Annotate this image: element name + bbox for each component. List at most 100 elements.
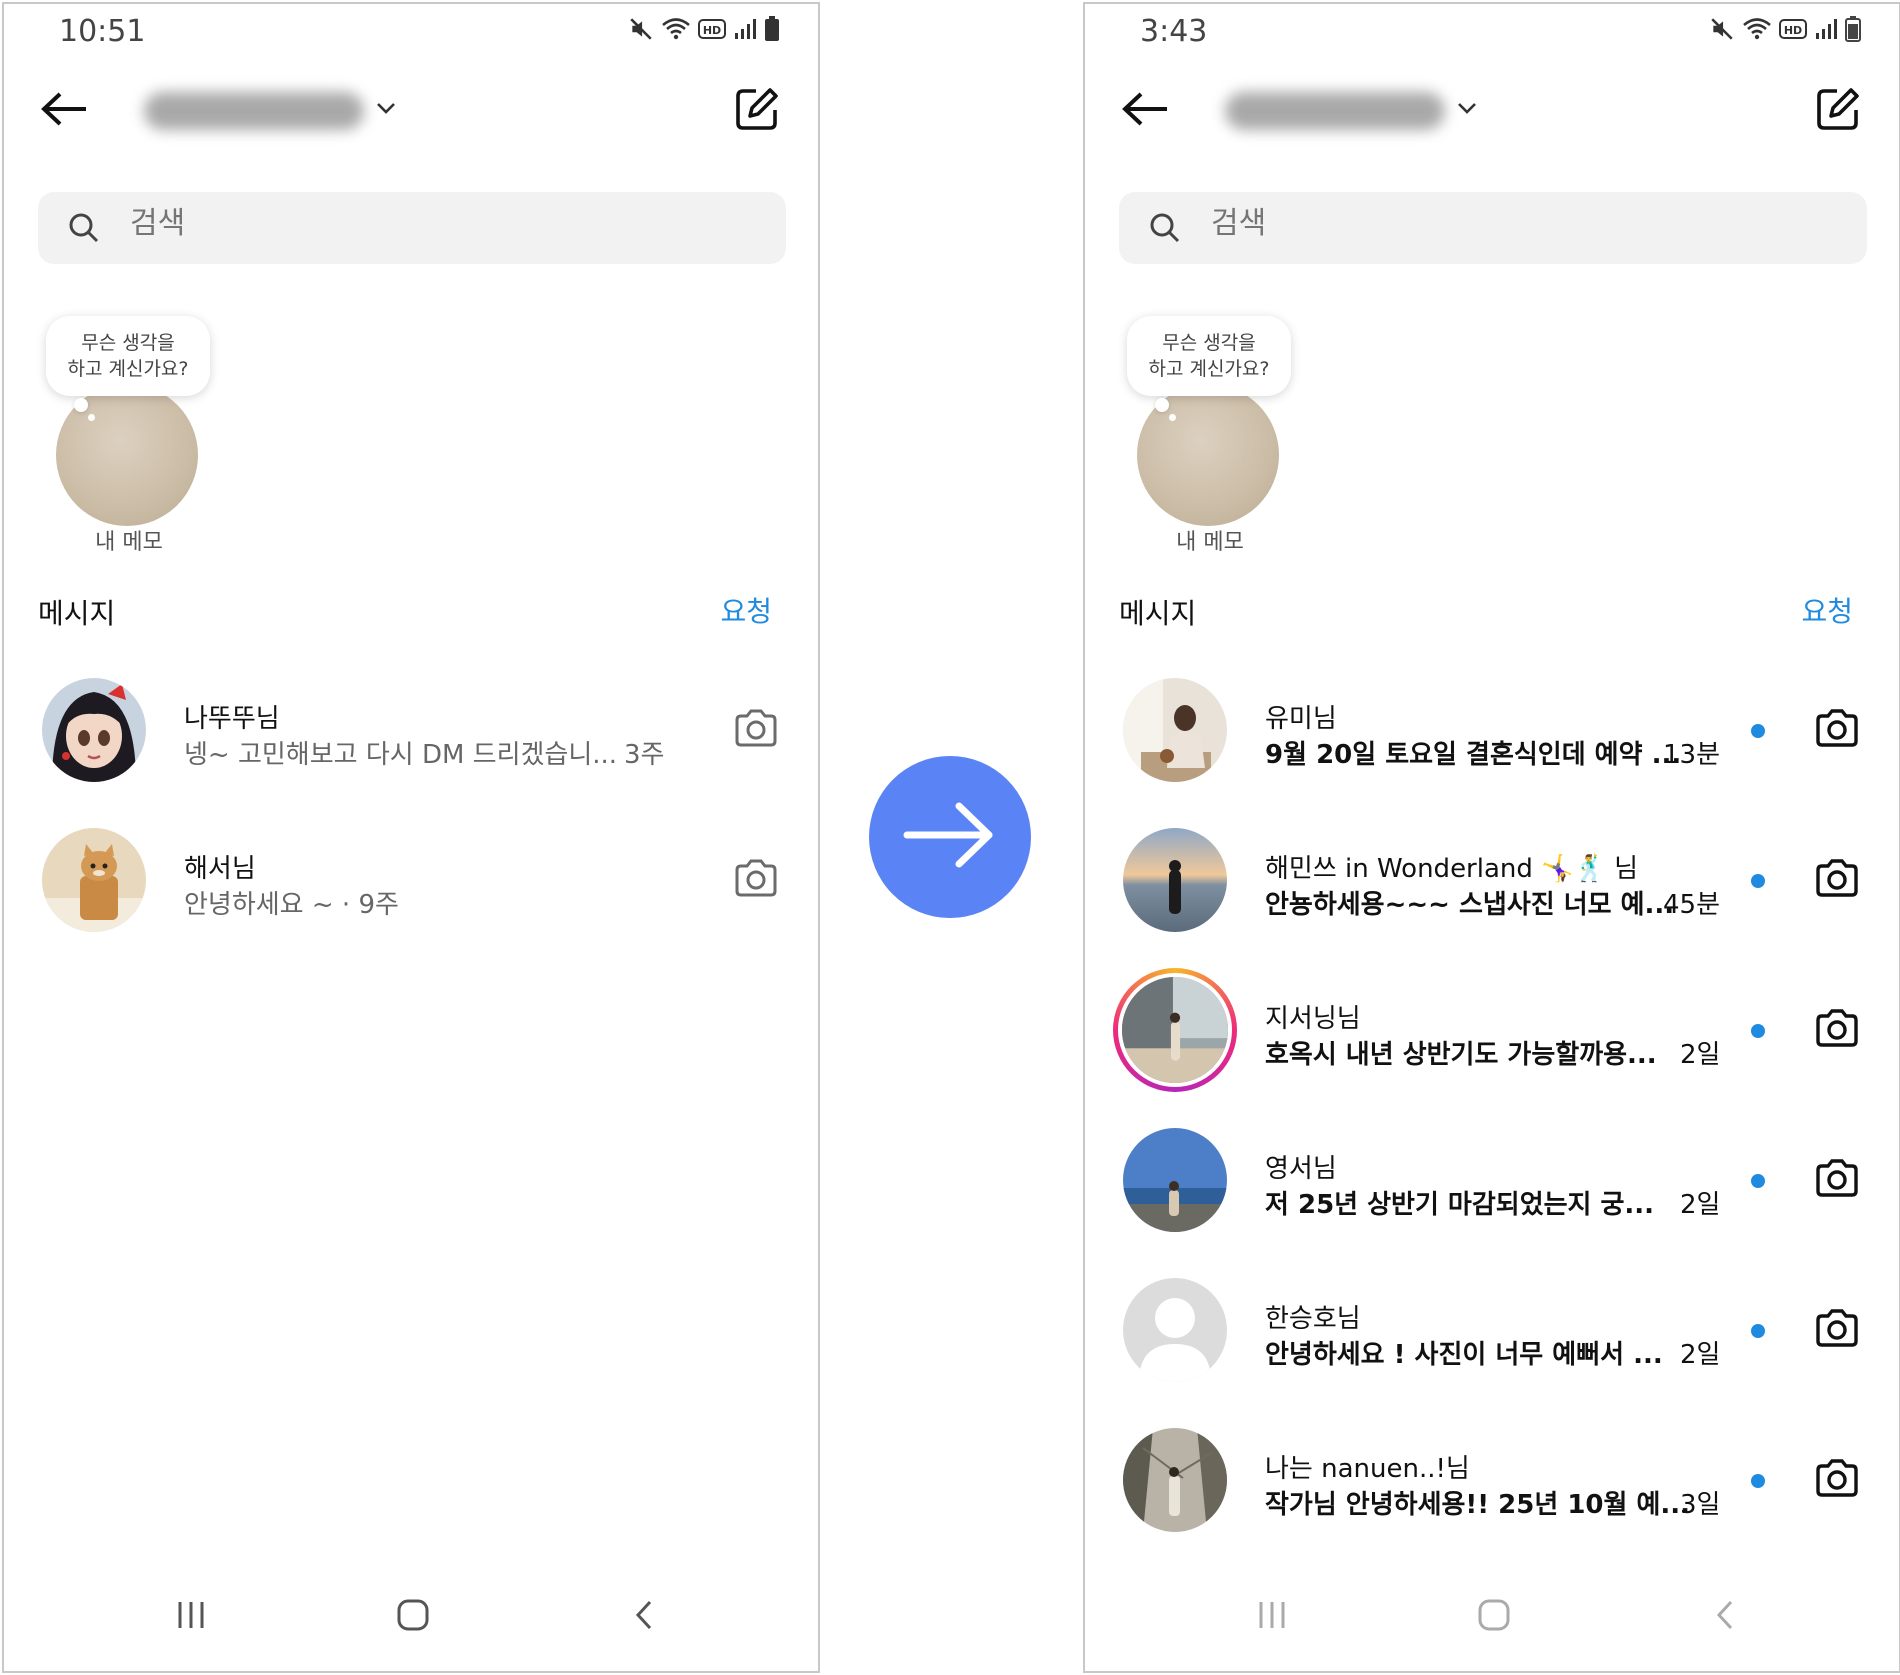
back-button[interactable] (1115, 84, 1175, 138)
camera-button[interactable] (1811, 1004, 1863, 1056)
search-input[interactable] (1211, 206, 1611, 241)
mute-icon (628, 16, 654, 46)
chevron-down-icon[interactable] (374, 96, 398, 124)
back-button[interactable] (34, 84, 94, 138)
avatar[interactable] (42, 828, 146, 932)
avatar[interactable] (42, 678, 146, 782)
note-bubble[interactable]: 무슨 생각을 하고 계신가요? (46, 316, 210, 396)
mute-icon (1709, 16, 1735, 46)
search-icon (1149, 212, 1181, 248)
conversation-row[interactable]: 나뚜뚜님 넹~ 고민해보고 다시 DM 드리겠습니... 3주 (4, 670, 818, 820)
unread-dot (1751, 874, 1765, 888)
hd-icon: HD (698, 18, 726, 44)
camera-icon (1814, 858, 1860, 902)
camera-button[interactable] (1811, 1304, 1863, 1356)
note-bubble[interactable]: 무슨 생각을 하고 계신가요? (1127, 316, 1291, 396)
camera-button[interactable] (1811, 854, 1863, 906)
svg-text:HD: HD (1784, 24, 1802, 37)
conversation-row[interactable]: 해민쓰 in Wonderland 🤸‍♀️🕺 님 안뇽하세용~~~ 스냅사진 … (1085, 820, 1899, 970)
nav-back-icon[interactable] (1709, 1598, 1743, 1636)
conversation-row[interactable]: 나는 nanuen..!님 작가님 안녕하세용!! 25년 10월 예... 3… (1085, 1420, 1899, 1570)
back-arrow-icon (1121, 91, 1169, 131)
wifi-icon (661, 16, 691, 46)
note-label: 내 메모 (95, 530, 163, 555)
transition-arrow (869, 756, 1031, 918)
camera-icon (733, 708, 779, 752)
camera-button[interactable] (730, 854, 782, 906)
compose-button[interactable] (728, 82, 786, 140)
nav-recent-icon[interactable] (1255, 1598, 1289, 1636)
requests-link[interactable]: 요청 (1801, 590, 1853, 630)
note-text-line2: 하고 계신가요? (1148, 358, 1270, 380)
conversation-row[interactable]: 지서닝님 호옥시 내년 상반기도 가능할까용... 2일 (1085, 968, 1899, 1120)
conversation-row[interactable]: 영서님 저 25년 상반기 마감되었는지 궁... 2일 (1085, 1120, 1899, 1270)
top-bar (4, 74, 818, 150)
camera-button[interactable] (1811, 1154, 1863, 1206)
account-name-blurred[interactable] (1225, 92, 1445, 130)
avatar[interactable] (1123, 1428, 1227, 1532)
nav-back-icon[interactable] (628, 1598, 662, 1636)
account-name-blurred[interactable] (144, 92, 364, 130)
nav-home-icon[interactable] (396, 1598, 430, 1636)
conversation-preview: 안뇽하세용~~~ 스냅사진 너모 예... (1265, 890, 1675, 920)
conversation-name: 지서닝님 (1265, 1004, 1361, 1034)
nav-recent-icon[interactable] (174, 1598, 208, 1636)
conversation-preview: 저 25년 상반기 마감되었는지 궁... (1265, 1190, 1655, 1220)
note-bubble-tail-small (88, 414, 95, 421)
phone-screen-before: 10:51 HD 무슨 생각을 하고 계신가요? 내 메모 메시지 요청 (2, 2, 820, 1673)
camera-icon (1814, 1158, 1860, 1202)
messages-heading: 메시지 (1119, 597, 1197, 630)
status-icons: HD (628, 16, 780, 46)
unread-dot (1751, 1024, 1765, 1038)
avatar[interactable] (1123, 828, 1227, 932)
conversation-name: 해서님 (184, 854, 256, 884)
chevron-down-icon[interactable] (1455, 96, 1479, 124)
avatar[interactable] (1123, 678, 1227, 782)
system-nav-bar (1085, 1598, 1899, 1652)
unread-dot (1751, 724, 1765, 738)
conversation-time: 3일 (1680, 1490, 1721, 1520)
conversation-row[interactable]: 한승호님 안녕하세요 ! 사진이 너무 예뻐서 ... 2일 (1085, 1270, 1899, 1420)
conversation-time: 2일 (1680, 1190, 1721, 1220)
back-arrow-icon (40, 91, 88, 131)
conversation-preview: 작가님 안녕하세용!! 25년 10월 예... (1265, 1490, 1691, 1520)
note-bubble-tail (1155, 398, 1169, 412)
camera-icon (1814, 1308, 1860, 1352)
avatar[interactable] (1123, 1128, 1227, 1232)
signal-icon (733, 17, 757, 45)
unread-dot (1751, 1324, 1765, 1338)
avatar-story-ring[interactable] (1113, 968, 1237, 1092)
messages-heading: 메시지 (38, 597, 116, 630)
note-label: 내 메모 (1176, 530, 1244, 555)
hd-icon: HD (1779, 18, 1807, 44)
note-text-line1: 무슨 생각을 (1162, 332, 1256, 354)
conversation-row[interactable]: 유미님 9월 20일 토요일 결혼식인데 예약 ... 13분 (1085, 670, 1899, 820)
conversation-row[interactable]: 해서님 안녕하세요 ~ · 9주 (4, 820, 818, 970)
wifi-icon (1742, 16, 1772, 46)
unread-dot (1751, 1474, 1765, 1488)
note-text-line1: 무슨 생각을 (81, 332, 175, 354)
conversation-name: 나는 nanuen..!님 (1265, 1454, 1470, 1484)
requests-link[interactable]: 요청 (720, 590, 772, 630)
conversation-name: 영서님 (1265, 1154, 1337, 1184)
search-bar[interactable] (38, 192, 786, 264)
conversation-name: 한승호님 (1265, 1304, 1361, 1334)
nav-home-icon[interactable] (1477, 1598, 1511, 1636)
camera-button[interactable] (730, 704, 782, 756)
signal-icon (1814, 17, 1838, 45)
camera-icon (733, 858, 779, 902)
conversation-time: 3주 (624, 740, 665, 770)
compose-button[interactable] (1809, 82, 1867, 140)
camera-icon (1814, 708, 1860, 752)
avatar-default[interactable] (1123, 1278, 1227, 1382)
status-time: 10:51 (59, 14, 146, 49)
system-nav-bar (4, 1598, 818, 1652)
phone-screen-after: 3:43 HD 무슨 생각을 하고 계신가요? 내 메모 메시지 요청 (1083, 2, 1900, 1673)
search-input[interactable] (130, 206, 530, 241)
camera-button[interactable] (1811, 1454, 1863, 1506)
conversation-time: 2일 (1680, 1040, 1721, 1070)
search-bar[interactable] (1119, 192, 1867, 264)
conversation-name: 나뚜뚜님 (184, 704, 280, 734)
camera-button[interactable] (1811, 704, 1863, 756)
conversation-time: 2일 (1680, 1340, 1721, 1370)
